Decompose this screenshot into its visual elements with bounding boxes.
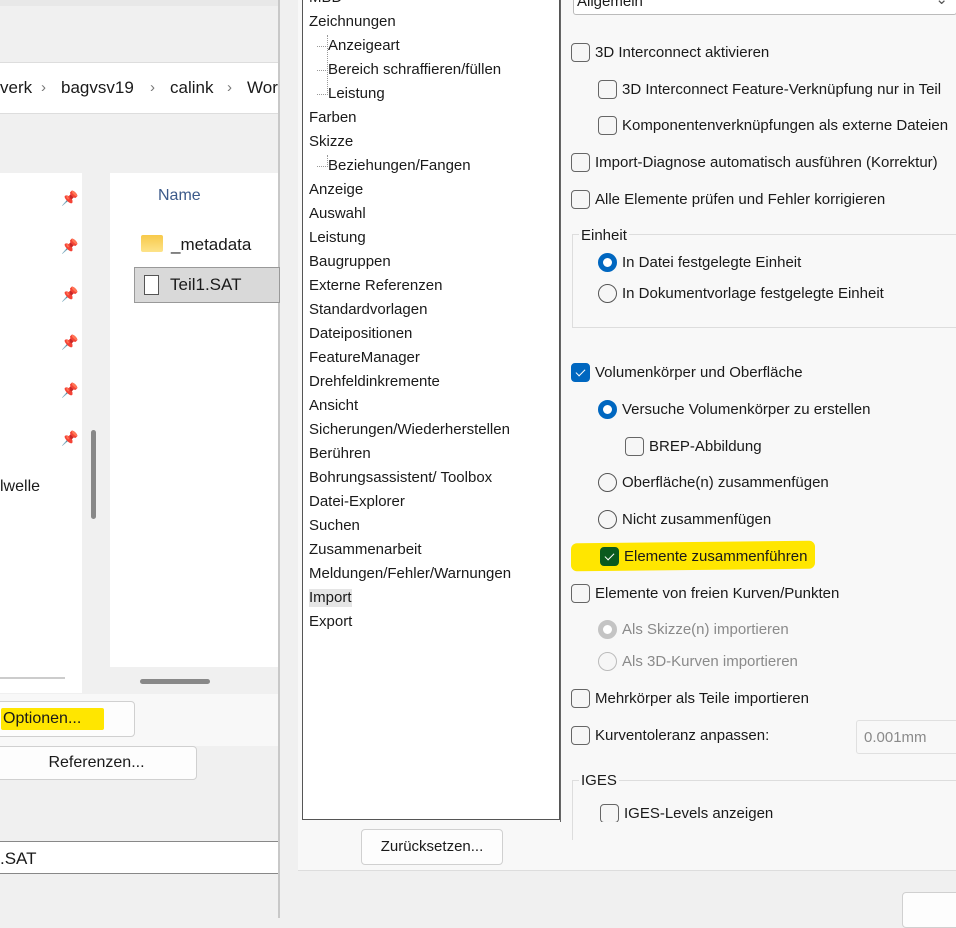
radio-knit-surfaces[interactable] xyxy=(598,473,617,492)
reset-button[interactable]: Zurücksetzen... xyxy=(361,829,503,865)
option-label-component-links: Komponentenverknüpfungen als externe Dat… xyxy=(622,117,949,134)
radio-unit-template[interactable] xyxy=(598,284,617,303)
option-label-free-curves: Elemente von freien Kurven/Punkten xyxy=(595,585,840,602)
checkbox-interconnect[interactable] xyxy=(571,43,590,62)
ok-button[interactable] xyxy=(902,892,956,928)
option-label-try-solid: Versuche Volumenkörper zu erstellen xyxy=(622,401,871,418)
option-label-unit-template: In Dokumentvorlage festgelegte Einheit xyxy=(622,285,884,302)
option-label-multibody: Mehrkörper als Teile importieren xyxy=(595,690,809,707)
option-label-as-3d-curves: Als 3D-Kurven importieren xyxy=(622,653,798,670)
radio-unit-file[interactable] xyxy=(598,253,617,272)
checkbox-iges-levels[interactable] xyxy=(600,804,619,822)
option-label-solid-surface: Volumenkörper und Oberfläche xyxy=(595,364,803,381)
option-label-merge-entities: Elemente zusammenführen xyxy=(624,548,808,565)
checkbox-component-links[interactable] xyxy=(598,116,617,135)
checkbox-solid-surface[interactable] xyxy=(571,363,590,382)
option-label-as-sketch: Als Skizze(n) importieren xyxy=(622,621,789,638)
checkbox-curve-tol[interactable] xyxy=(571,726,590,745)
checkbox-multibody[interactable] xyxy=(571,689,590,708)
filename-input[interactable]: .SAT xyxy=(0,841,278,874)
option-label-no-knit: Nicht zusammenfügen xyxy=(622,511,772,528)
option-label-interconnect: 3D Interconnect aktivieren xyxy=(595,44,770,61)
radio-no-knit[interactable] xyxy=(598,510,617,529)
option-label-interconnect-feature: 3D Interconnect Feature-Verknüpfung nur … xyxy=(622,81,942,98)
radio-try-solid[interactable] xyxy=(598,400,617,419)
checkbox-import-diag[interactable] xyxy=(571,153,590,172)
checkbox-merge-entities[interactable] xyxy=(600,547,619,566)
option-label-unit-file: In Datei festgelegte Einheit xyxy=(622,254,802,271)
dialog-footer xyxy=(298,870,956,918)
checkbox-free-curves[interactable] xyxy=(571,584,590,603)
option-label-brep: BREP-Abbildung xyxy=(649,438,762,455)
import-options: 3D Interconnect aktivieren 3D Interconnec… xyxy=(0,0,956,822)
checkbox-interconnect-feature[interactable] xyxy=(598,80,617,99)
radio-as-sketch[interactable] xyxy=(598,620,617,639)
radio-as-3d-curves[interactable] xyxy=(598,652,617,671)
option-label-import-diag: Import-Diagnose automatisch ausführen (K… xyxy=(595,154,938,171)
checkbox-brep[interactable] xyxy=(625,437,644,456)
option-label-knit-surfaces: Oberfläche(n) zusammenfügen xyxy=(622,474,829,491)
checkbox-check-all[interactable] xyxy=(571,190,590,209)
option-label-curve-tol: Kurventoleranz anpassen: xyxy=(595,727,770,744)
option-label-check-all: Alle Elemente prüfen und Fehler korrigie… xyxy=(595,191,886,208)
option-label-iges-levels: IGES-Levels anzeigen xyxy=(624,805,774,822)
